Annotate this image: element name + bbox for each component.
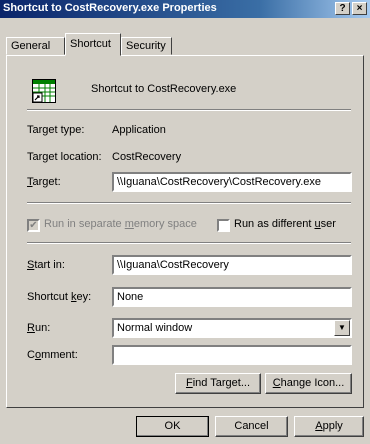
target-type-label: Target type: xyxy=(27,124,85,136)
shortcut-key-label: Shortcut key: xyxy=(27,291,91,303)
run-separate-accel: m xyxy=(124,218,134,230)
shortcut-panel: Shortcut to CostRecovery.exe Target type… xyxy=(6,55,364,408)
comment-pre: C xyxy=(27,349,35,361)
dropdown-arrow-icon[interactable]: ▼ xyxy=(334,320,350,336)
help-button[interactable]: ? xyxy=(335,2,350,15)
run-as-different-user-checkbox[interactable] xyxy=(217,219,230,232)
shortcut-key-field[interactable]: None xyxy=(112,287,352,307)
start-in-label: Start in: xyxy=(27,259,65,271)
run-separate-memory-label: Run in separate memory space xyxy=(44,218,197,230)
properties-window: Shortcut to CostRecovery.exe Properties … xyxy=(0,0,370,444)
shortcut-name: Shortcut to CostRecovery.exe xyxy=(91,83,237,95)
start-in-text: tart in: xyxy=(34,259,65,271)
change-icon-button[interactable]: Change Icon... xyxy=(265,373,352,394)
spreadsheet-shortcut-icon xyxy=(32,79,56,103)
target-type-value: Application xyxy=(112,124,166,136)
ok-button[interactable]: OK xyxy=(136,416,209,437)
target-location-value: CostRecovery xyxy=(112,151,182,163)
close-button[interactable]: × xyxy=(352,2,367,15)
find-target-accel: F xyxy=(185,377,193,389)
run-as-different-user-label: Run as different user xyxy=(234,218,336,230)
run-different-pre: Run as different xyxy=(234,218,315,230)
tab-shortcut[interactable]: Shortcut xyxy=(65,33,121,56)
start-in-field[interactable]: \\Iguana\CostRecovery xyxy=(112,255,352,275)
target-field[interactable]: \\Iguana\CostRecovery\CostRecovery.exe xyxy=(112,172,352,192)
run-separate-post: emory space xyxy=(133,218,197,230)
divider xyxy=(27,242,351,244)
run-text: un: xyxy=(34,322,51,334)
tab-general-label: General xyxy=(11,40,51,52)
tab-shortcut-label: Shortcut xyxy=(70,38,111,50)
tab-security-label: Security xyxy=(126,40,166,52)
comment-label: Comment: xyxy=(27,349,78,361)
target-location-label: Target location: xyxy=(27,151,102,163)
change-icon-accel: C xyxy=(272,377,281,389)
tab-security[interactable]: Security xyxy=(121,37,172,55)
apply-button[interactable]: Apply xyxy=(294,416,364,437)
run-accel: R xyxy=(27,322,35,334)
title-bar[interactable]: Shortcut to CostRecovery.exe Properties … xyxy=(0,0,370,18)
divider xyxy=(27,202,351,204)
shortcut-key-post: ey: xyxy=(76,291,92,303)
run-separate-memory-checkbox[interactable]: ✔ xyxy=(27,219,40,232)
target-label: Target: xyxy=(27,176,61,188)
comment-post: mment: xyxy=(41,349,78,361)
run-separate-pre: Run in separate xyxy=(44,218,125,230)
run-different-post: ser xyxy=(320,218,336,230)
tab-general[interactable]: General xyxy=(6,37,65,55)
apply-accel: A xyxy=(315,420,323,432)
divider xyxy=(27,109,351,111)
comment-field[interactable] xyxy=(112,345,352,365)
shortcut-key-pre: Shortcut xyxy=(27,291,72,303)
run-select[interactable]: Normal window ▼ xyxy=(112,318,352,338)
find-target-button[interactable]: Find Target... xyxy=(175,373,261,394)
apply-text: pply xyxy=(322,420,343,432)
run-label: Run: xyxy=(27,322,50,334)
cancel-button[interactable]: Cancel xyxy=(215,416,288,437)
change-icon-text: hange Icon... xyxy=(280,377,345,389)
window-title: Shortcut to CostRecovery.exe Properties xyxy=(3,2,217,14)
run-select-value: Normal window xyxy=(117,322,193,334)
target-label-text: arget: xyxy=(32,176,61,188)
find-target-text: ind Target... xyxy=(192,377,250,389)
